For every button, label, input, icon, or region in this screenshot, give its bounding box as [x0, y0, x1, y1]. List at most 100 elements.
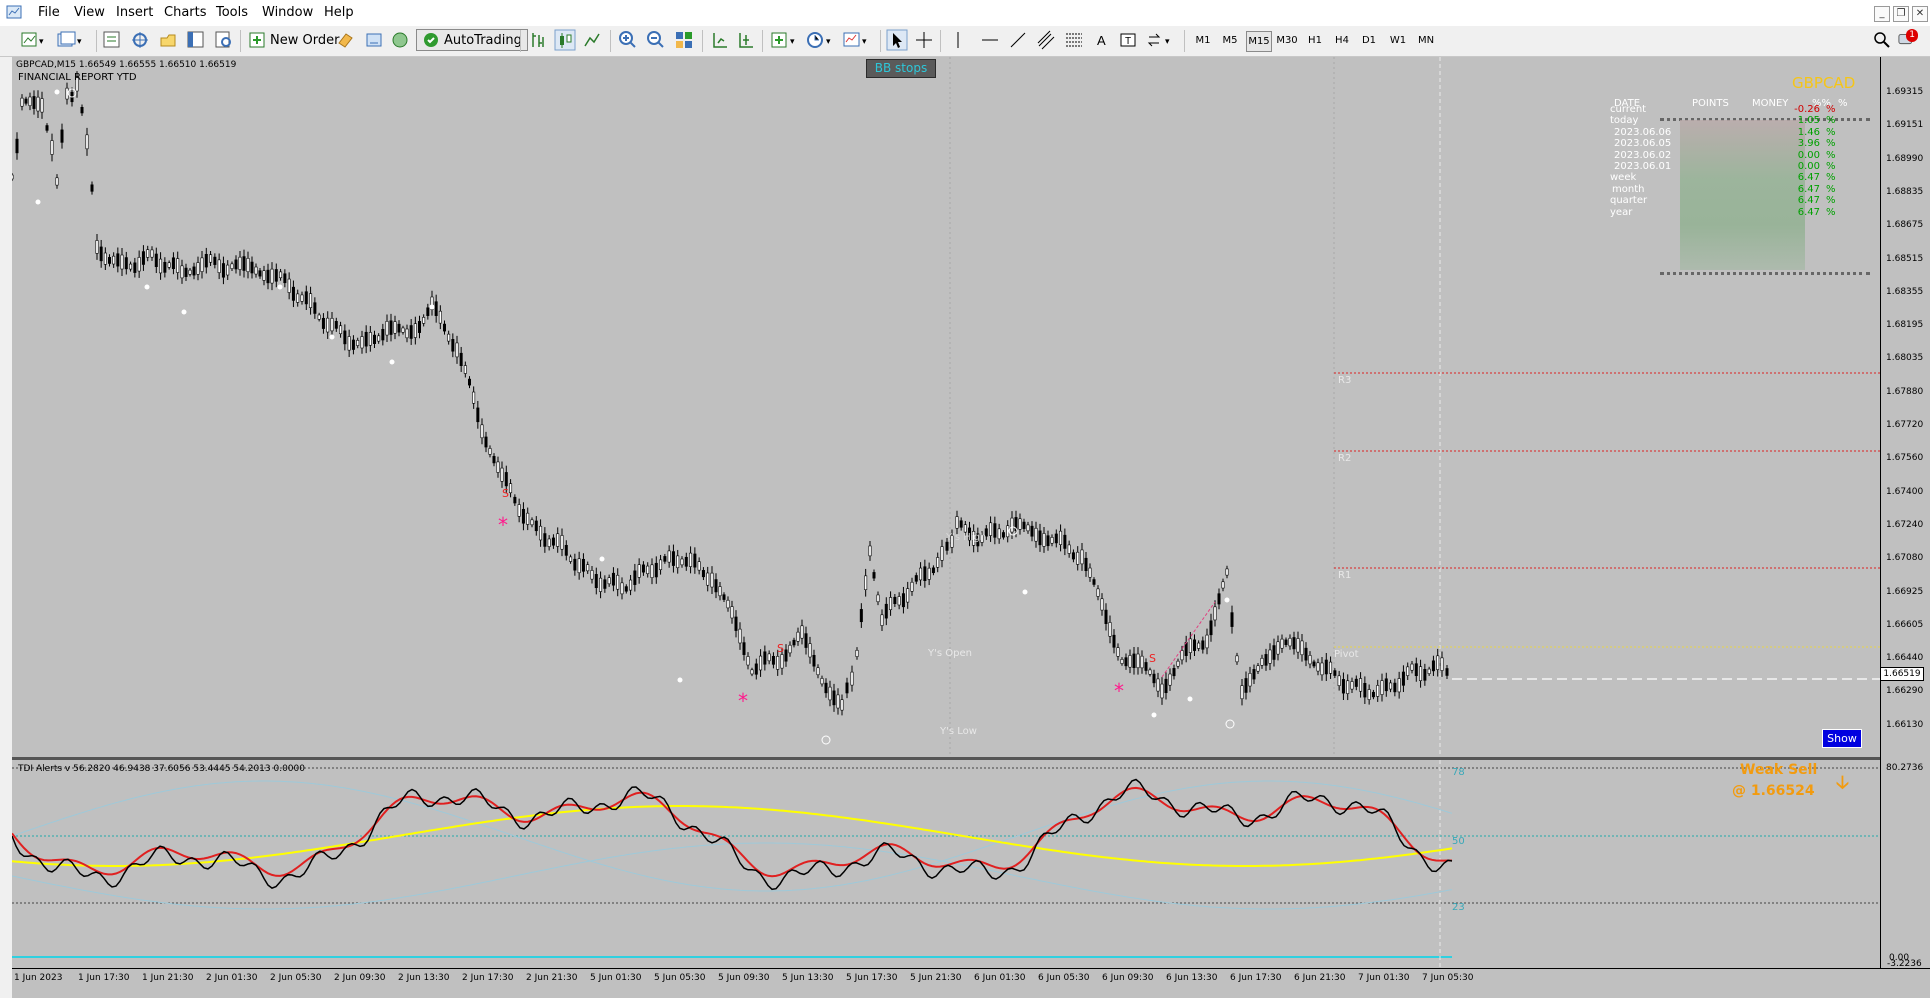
- tf-m15[interactable]: M15: [1246, 31, 1272, 52]
- price-candle-body: [296, 293, 300, 303]
- zoom-in-icon[interactable]: [618, 29, 638, 51]
- cursor-icon[interactable]: [886, 29, 908, 51]
- price-candle-body: [238, 256, 242, 270]
- price-candle-body: [633, 570, 637, 585]
- new-chart-icon[interactable]: ▾: [20, 29, 48, 51]
- candlestick-icon[interactable]: [554, 29, 576, 51]
- tile-windows-icon[interactable]: [674, 29, 694, 51]
- price-candle-body: [573, 558, 577, 571]
- autotrading-button[interactable]: AutoTrading: [416, 29, 528, 51]
- tf-h1[interactable]: H1: [1304, 31, 1326, 50]
- report-header-pct: %: [1838, 98, 1848, 109]
- menu-view[interactable]: View: [74, 5, 105, 20]
- tf-m30[interactable]: M30: [1275, 31, 1299, 50]
- restore-icon[interactable]: ❐: [1893, 6, 1909, 22]
- report-row-label: 2023.06.02: [1614, 149, 1672, 161]
- tf-m1[interactable]: M1: [1192, 31, 1214, 50]
- bar-chart-icon[interactable]: [528, 29, 548, 51]
- price-candle-body: [989, 522, 993, 536]
- minimize-icon[interactable]: _: [1874, 6, 1890, 22]
- text-label-icon[interactable]: T: [1118, 29, 1138, 51]
- strategy-tester-icon[interactable]: [214, 29, 234, 51]
- price-candle-body: [654, 562, 658, 578]
- equidistant-channel-icon[interactable]: [1036, 29, 1056, 51]
- price-candle-body: [738, 628, 742, 644]
- price-candle-body: [1084, 557, 1088, 571]
- price-candle-body: [334, 321, 338, 329]
- templates-icon[interactable]: ▾: [842, 29, 872, 51]
- horizontal-line-icon[interactable]: [980, 29, 1000, 51]
- price-candle-body: [417, 321, 421, 333]
- tf-d1[interactable]: D1: [1358, 31, 1380, 50]
- tf-h4[interactable]: H4: [1331, 31, 1353, 50]
- price-candle-body: [963, 524, 967, 533]
- line-chart-icon[interactable]: [582, 29, 602, 51]
- autoscroll-icon[interactable]: [736, 29, 756, 51]
- notifications-button[interactable]: 1: [1898, 28, 1926, 51]
- price-candle-body: [409, 325, 413, 339]
- menu-help[interactable]: Help: [324, 5, 354, 20]
- price-candle-body: [676, 555, 680, 569]
- menu-charts[interactable]: Charts: [164, 5, 207, 20]
- show-button[interactable]: Show: [1822, 729, 1862, 748]
- price-candle-body: [590, 570, 594, 580]
- tf-mn[interactable]: MN: [1414, 31, 1438, 50]
- price-candle-body: [372, 334, 376, 344]
- price-candle-body: [221, 263, 225, 278]
- price-candle-body: [1022, 521, 1026, 529]
- price-candle-body: [706, 572, 710, 586]
- tdi-signal: Weak Sell: [1740, 762, 1818, 778]
- price-candle-body: [1010, 517, 1014, 533]
- tdi-subwindow[interactable]: [12, 760, 1880, 968]
- signals-icon[interactable]: [364, 29, 384, 51]
- price-candle-body: [754, 663, 758, 675]
- price-candle-body: [734, 616, 738, 631]
- indicators-icon[interactable]: ▾: [770, 29, 800, 51]
- price-candle-body: [112, 255, 116, 265]
- new-order-label: New Order: [270, 32, 340, 48]
- periods-icon[interactable]: ▾: [806, 29, 836, 51]
- terminal-icon[interactable]: [186, 29, 206, 51]
- price-candle-body: [940, 546, 944, 561]
- svg-text:▾: ▾: [790, 37, 795, 47]
- price-candle-body: [163, 261, 167, 273]
- market-watch-icon[interactable]: [102, 29, 122, 51]
- tf-w1[interactable]: W1: [1387, 31, 1409, 50]
- price-candle-body: [876, 594, 880, 603]
- new-order-button[interactable]: New Order: [248, 29, 339, 51]
- price-candle-body: [1337, 675, 1341, 686]
- price-axis[interactable]: 1.69315 1.69151 1.68990 1.68835 1.68675 1.685…: [1880, 57, 1930, 969]
- price-candle-body: [722, 594, 726, 600]
- crosshair-icon[interactable]: [914, 29, 934, 51]
- menu-file[interactable]: File: [38, 5, 60, 20]
- menu-window[interactable]: Window: [262, 5, 313, 20]
- profiles-icon[interactable]: ▾: [56, 29, 86, 51]
- navigator-icon[interactable]: [158, 29, 178, 51]
- tdi-canvas: [12, 760, 1880, 968]
- text-icon[interactable]: A: [1092, 29, 1112, 51]
- price-candle-body: [1308, 655, 1312, 665]
- chart-shift-icon[interactable]: [710, 29, 730, 51]
- price-candle-body: [192, 266, 196, 276]
- price-candle-body: [385, 321, 389, 336]
- time-axis[interactable]: 1 Jun 2023 1 Jun 17:30 1 Jun 21:30 2 Jun 01…: [12, 968, 1930, 998]
- price-axis-label: 1.68990: [1886, 153, 1924, 164]
- price-candle-body: [209, 254, 213, 263]
- search-icon[interactable]: [1872, 29, 1892, 51]
- arrows-icon[interactable]: ▾: [1146, 29, 1176, 51]
- vertical-line-icon[interactable]: [948, 29, 968, 51]
- metaeditor-icon[interactable]: [336, 29, 356, 51]
- data-window-icon[interactable]: [130, 29, 150, 51]
- close-icon[interactable]: ✕: [1912, 6, 1928, 22]
- bb-stops-button[interactable]: BB stops: [866, 59, 936, 78]
- fibonacci-icon[interactable]: [1064, 29, 1084, 51]
- menu-tools[interactable]: Tools: [216, 5, 248, 20]
- price-candle-body: [1120, 659, 1124, 664]
- price-candle-body: [99, 246, 103, 262]
- zoom-out-icon[interactable]: [646, 29, 666, 51]
- market-icon[interactable]: [390, 29, 410, 51]
- tf-m5[interactable]: M5: [1219, 31, 1241, 50]
- price-candle-body: [1410, 663, 1414, 671]
- menu-insert[interactable]: Insert: [116, 5, 153, 20]
- trendline-icon[interactable]: [1008, 29, 1028, 51]
